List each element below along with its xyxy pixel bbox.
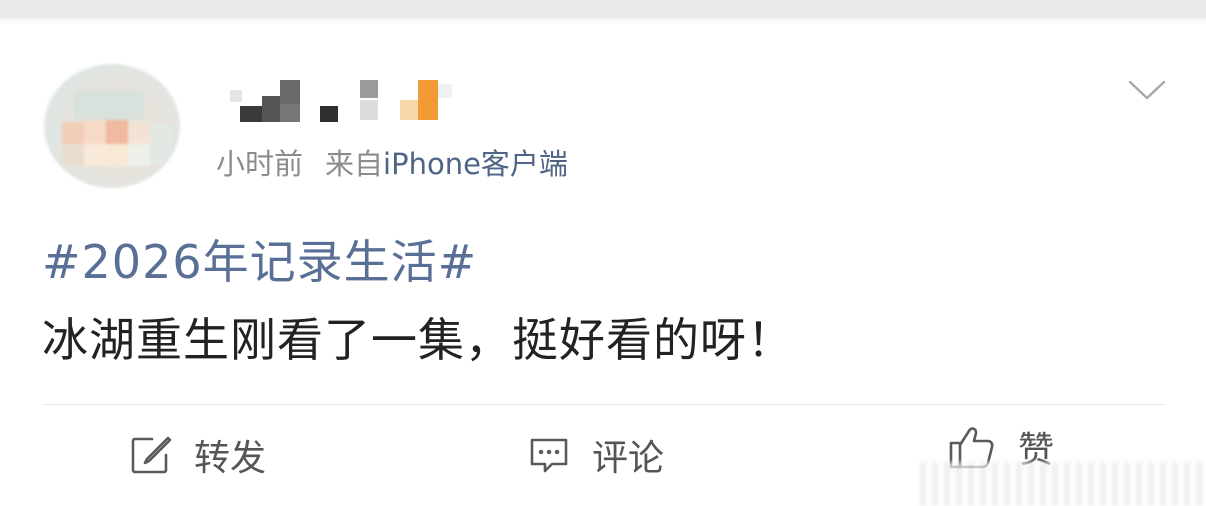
source-label: 来自 [325, 147, 384, 181]
watermark-blur [920, 462, 1206, 506]
username-mosaic-block [400, 100, 418, 120]
username-mosaic-block [280, 80, 300, 104]
username-mosaic-block [438, 84, 452, 98]
username-mosaic[interactable] [216, 76, 466, 124]
avatar-mosaic-block [150, 124, 172, 164]
avatar[interactable] [44, 64, 180, 188]
topic-hashtag[interactable]: #2026年记录生活# [42, 226, 477, 292]
username-mosaic-block [360, 100, 378, 120]
username-mosaic-block [418, 80, 438, 120]
username-mosaic-block [320, 106, 338, 122]
comment-bubble-icon [530, 438, 568, 473]
comment-button[interactable]: 评论 [528, 432, 665, 479]
comment-label: 评论 [592, 438, 665, 479]
repost-label: 转发 [194, 438, 267, 479]
username-mosaic-block [360, 80, 378, 98]
post-meta: 小时前 来自 iPhone客户端 [216, 141, 568, 183]
username-mosaic-block [240, 106, 262, 122]
avatar-mosaic-block [106, 120, 128, 144]
avatar-mosaic-block [128, 122, 150, 144]
avatar-mosaic-block [62, 122, 84, 144]
avatar-mosaic-block [106, 144, 128, 166]
avatar-mosaic-block [84, 120, 106, 144]
weibo-post-card: 小时前 来自 iPhone客户端 #2026年记录生活# 冰湖重生刚看了一集，挺… [0, 24, 1206, 506]
avatar-mosaic-block [84, 144, 106, 166]
share-edit-icon [131, 436, 172, 474]
repost-button[interactable]: 转发 [130, 432, 267, 479]
post-menu-button[interactable] [1128, 78, 1166, 104]
post-time: 小时前 [216, 147, 304, 181]
username-mosaic-block [280, 104, 300, 122]
username-mosaic-block [262, 96, 280, 122]
avatar-mosaic-block [128, 144, 150, 166]
avatar-mosaic-block [74, 90, 144, 120]
avatar-mosaic-block [62, 144, 84, 166]
top-separator-band [0, 0, 1206, 18]
source-client[interactable]: iPhone客户端 [383, 141, 568, 183]
post-text: 冰湖重生刚看了一集，挺好看的呀！ [42, 313, 794, 367]
action-divider [42, 404, 1166, 405]
username-mosaic-block [230, 90, 242, 102]
chevron-down-icon [1128, 80, 1166, 100]
